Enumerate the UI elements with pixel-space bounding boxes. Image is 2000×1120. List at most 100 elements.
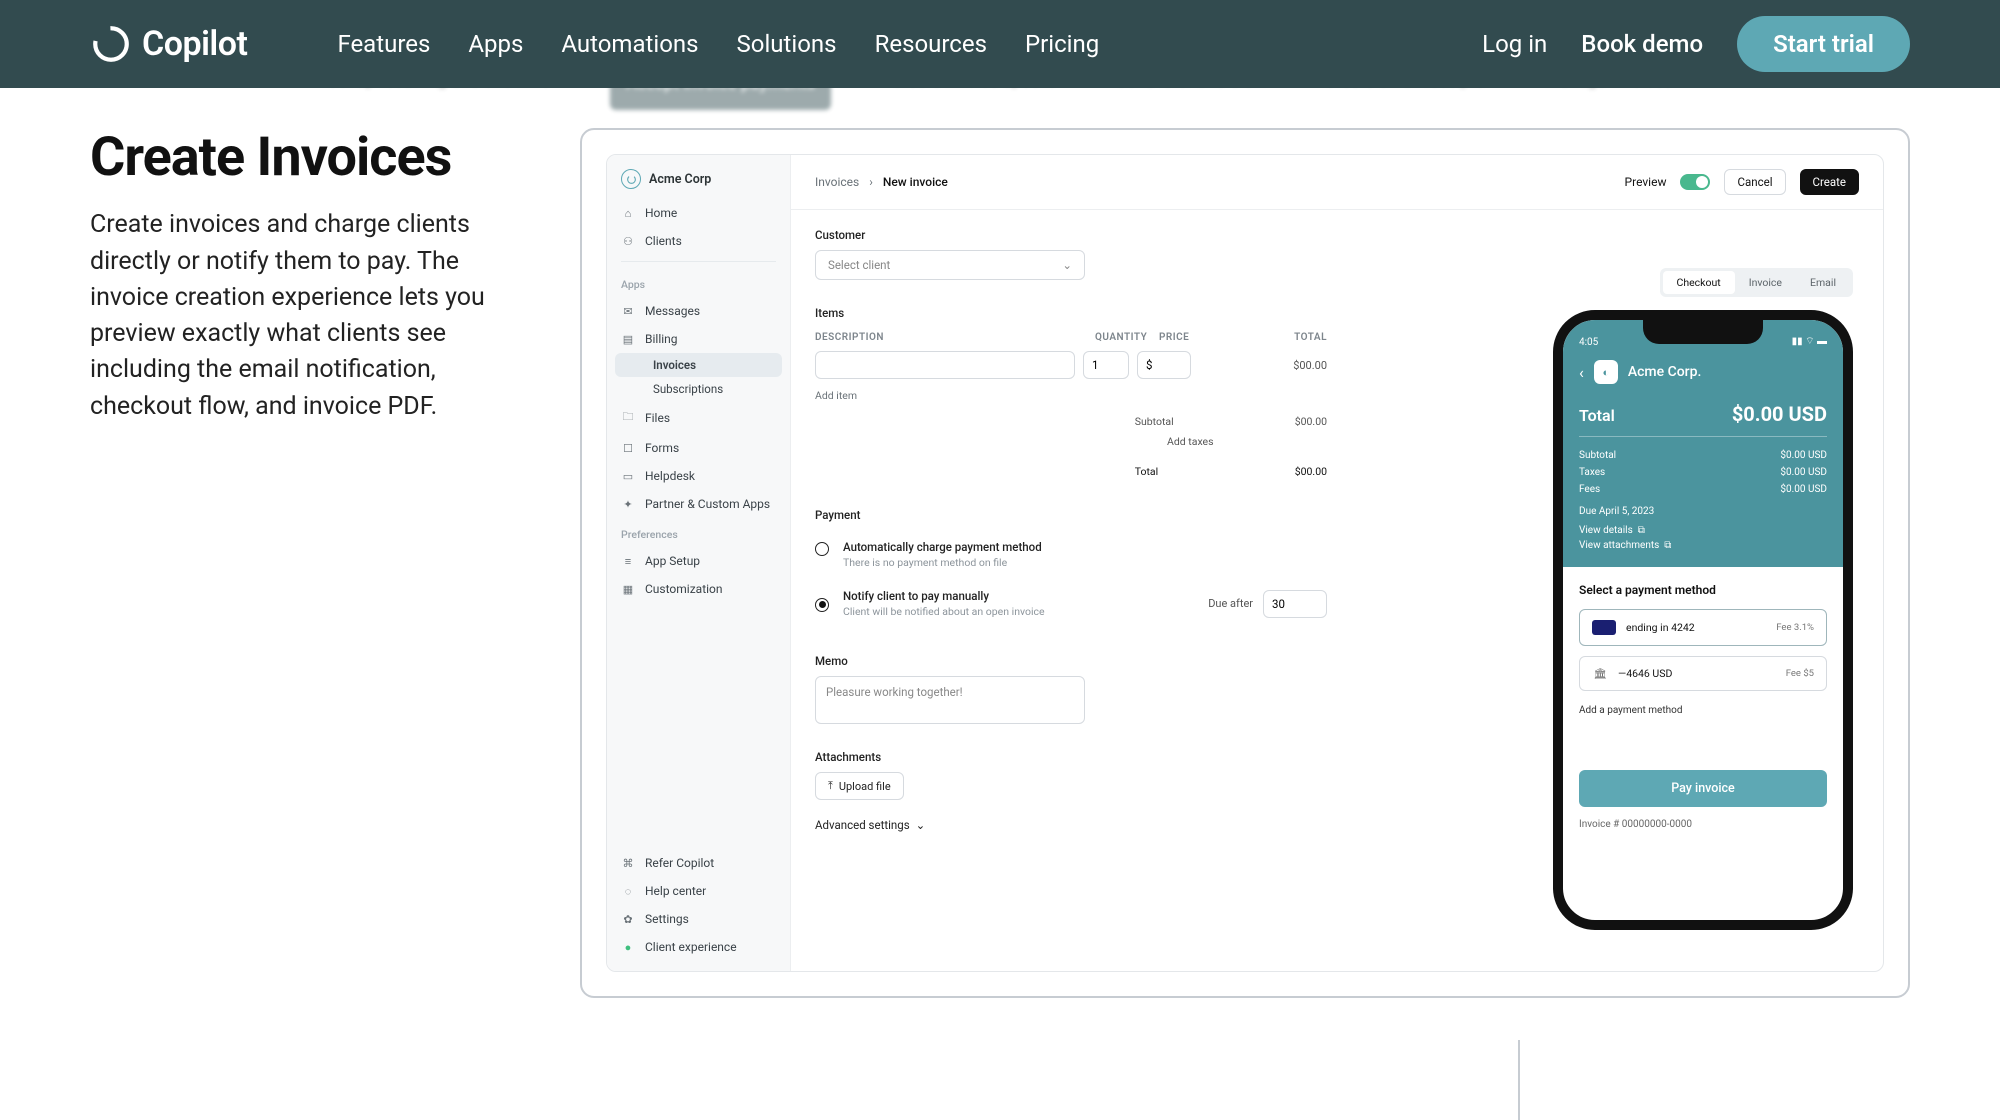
sidebar-item-partner-apps[interactable]: ✦Partner & Custom Apps xyxy=(607,490,790,518)
item-row-total: $00.00 xyxy=(1293,359,1327,372)
attachments-label: Attachments xyxy=(815,750,1327,764)
phone-total-label: Total xyxy=(1579,406,1615,425)
sidebar-label: Messages xyxy=(645,304,700,318)
add-payment-method-link[interactable]: Add a payment method xyxy=(1579,701,1827,720)
payment-manual-title: Notify client to pay manually xyxy=(843,589,1194,603)
book-demo-link[interactable]: Book demo xyxy=(1581,30,1703,58)
sidebar-item-clients[interactable]: ⚇ Clients xyxy=(607,227,790,255)
create-button[interactable]: Create xyxy=(1800,169,1860,195)
sidebar-item-forms[interactable]: ☐ Forms xyxy=(607,434,790,462)
hero-body: Create invoices and charge clients direc… xyxy=(90,207,540,425)
payment-manual-sub: Client will be notified about an open in… xyxy=(843,605,1194,618)
sidebar-item-help[interactable]: ◌Help center xyxy=(607,877,790,905)
advanced-settings-toggle[interactable]: Advanced settings ⌄ xyxy=(815,818,1327,832)
nav-automations[interactable]: Automations xyxy=(561,30,698,58)
total-value: $00.00 xyxy=(1295,462,1327,482)
payment-method-bank[interactable]: 🏛 —4646 USD Fee $5 xyxy=(1579,656,1827,691)
start-trial-button[interactable]: Start trial xyxy=(1737,16,1910,72)
add-taxes-link[interactable]: Add taxes xyxy=(1167,432,1247,452)
sidebar-item-client-experience[interactable]: ●Client experience xyxy=(607,933,790,961)
col-total: TOTAL xyxy=(1257,332,1327,343)
pm-text: ending in 4242 xyxy=(1626,621,1695,634)
item-qty-input[interactable] xyxy=(1083,351,1129,379)
phone-company-name: Acme Corp. xyxy=(1628,364,1702,380)
sidebar-item-helpdesk[interactable]: ▭ Helpdesk xyxy=(607,462,790,490)
preview-tab-checkout[interactable]: Checkout xyxy=(1663,271,1735,294)
preview-toggle[interactable] xyxy=(1680,174,1710,190)
payment-label: Payment xyxy=(815,508,1327,522)
chevron-down-icon: ⌄ xyxy=(1062,258,1072,272)
payment-manual-radio[interactable] xyxy=(815,598,829,612)
breadcrumb-root[interactable]: Invoices xyxy=(815,175,859,189)
nav-apps[interactable]: Apps xyxy=(468,30,523,58)
item-description-input[interactable] xyxy=(815,351,1075,379)
sidebar-item-billing[interactable]: ▤Billing xyxy=(607,325,790,353)
item-price-input[interactable] xyxy=(1137,351,1191,379)
messages-icon: ✉ xyxy=(621,305,635,318)
clients-icon: ⚇ xyxy=(621,235,635,248)
phone-view-attachments-link[interactable]: View attachments ⧉ xyxy=(1579,540,1827,551)
pm-text: —4646 USD xyxy=(1618,667,1672,680)
sidebar-subitem-subscriptions[interactable]: Subscriptions xyxy=(615,377,782,401)
sidebar-label: Client experience xyxy=(645,940,737,954)
upload-file-button[interactable]: ⤒ Upload file xyxy=(815,772,904,800)
preview-tab-invoice[interactable]: Invoice xyxy=(1735,271,1796,294)
due-after-label: Due after xyxy=(1208,597,1253,610)
copilot-logomark-icon xyxy=(90,23,132,65)
nav-pricing[interactable]: Pricing xyxy=(1025,30,1099,58)
sidebar-label: Helpdesk xyxy=(645,469,695,483)
crumb-bar: Invoices › New invoice Preview Cancel Cr… xyxy=(791,155,1883,210)
nav-solutions[interactable]: Solutions xyxy=(737,30,837,58)
pay-invoice-button[interactable]: Pay invoice xyxy=(1579,770,1827,807)
workspace-switcher[interactable]: Acme Corp xyxy=(607,155,790,199)
subtotal-value: $00.00 xyxy=(1295,412,1327,432)
sidebar-label: Forms xyxy=(645,441,679,455)
sidebar-item-messages[interactable]: ✉ Messages xyxy=(607,297,790,325)
phone-time: 4:05 xyxy=(1579,337,1598,348)
pm-fee: Fee $5 xyxy=(1786,668,1814,679)
forms-icon: ☐ xyxy=(621,442,635,455)
payment-auto-radio[interactable] xyxy=(815,542,829,556)
preview-tab-email[interactable]: Email xyxy=(1796,271,1850,294)
customer-label: Customer xyxy=(815,228,1327,242)
phone-company-logo-icon: ◐ xyxy=(1594,360,1618,384)
preview-column: Checkout Invoice Email 4:05 ▮▮ ⌔ ▬ xyxy=(1351,210,1883,971)
phone-line-k: Taxes xyxy=(1579,464,1605,481)
helpdesk-icon: ▭ xyxy=(621,470,635,483)
sidebar-item-home[interactable]: ⌂ Home xyxy=(607,199,790,227)
phone-view-details-link[interactable]: View details ⧉ xyxy=(1579,525,1827,536)
nav-resources[interactable]: Resources xyxy=(875,30,987,58)
sidebar-label: App Setup xyxy=(645,554,700,568)
customization-icon: ▦ xyxy=(621,583,635,596)
app-window: Acme Corp ⌂ Home ⚇ Clients Apps ✉Message… xyxy=(606,154,1884,972)
gift-icon: ⌘ xyxy=(621,857,635,870)
breadcrumb-current: New invoice xyxy=(883,175,948,189)
brand-logo[interactable]: Copilot xyxy=(90,23,247,65)
cancel-button[interactable]: Cancel xyxy=(1724,169,1785,195)
login-link[interactable]: Log in xyxy=(1482,30,1547,58)
memo-textarea[interactable]: Pleasure working together! xyxy=(815,676,1085,724)
payment-auto-title: Automatically charge payment method xyxy=(843,540,1042,554)
phone-back-icon[interactable]: ‹ xyxy=(1579,363,1584,382)
sidebar-item-files[interactable]: 🗀Files xyxy=(607,401,790,434)
items-label: Items xyxy=(815,306,1327,320)
payment-method-card[interactable]: ending in 4242 Fee 3.1% xyxy=(1579,609,1827,646)
sidebar-item-settings[interactable]: ✿Settings xyxy=(607,905,790,933)
sidebar-label: Home xyxy=(645,206,677,220)
sidebar-section-prefs: Preferences xyxy=(607,518,790,547)
sidebar-item-refer[interactable]: ⌘Refer Copilot xyxy=(607,849,790,877)
sidebar-item-customization[interactable]: ▦Customization xyxy=(607,575,790,603)
product-screenshot-frame: Acme Corp ⌂ Home ⚇ Clients Apps ✉Message… xyxy=(580,128,1910,998)
phone-notch xyxy=(1643,320,1763,344)
bank-icon: 🏛 xyxy=(1592,667,1608,680)
phone-line-v: $0.00 USD xyxy=(1780,464,1827,481)
customer-select[interactable]: Select client ⌄ xyxy=(815,250,1085,280)
phone-line-v: $0.00 USD xyxy=(1780,447,1827,464)
sidebar-label: Help center xyxy=(645,884,706,898)
sidebar-subitem-invoices[interactable]: Invoices xyxy=(615,353,782,377)
due-after-input[interactable] xyxy=(1263,590,1327,618)
sidebar: Acme Corp ⌂ Home ⚇ Clients Apps ✉Message… xyxy=(607,155,791,971)
nav-features[interactable]: Features xyxy=(337,30,430,58)
add-item-link[interactable]: Add item xyxy=(815,389,1327,402)
sidebar-item-app-setup[interactable]: ≡App Setup xyxy=(607,547,790,575)
